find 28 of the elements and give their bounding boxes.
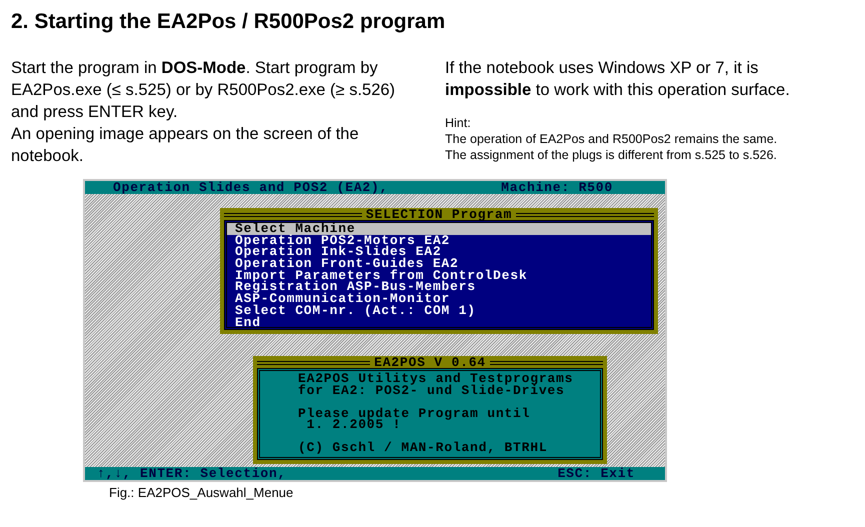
dialog-title: EA2POS V 0.64 <box>374 358 486 368</box>
key-hint: ESC: Exit <box>558 467 635 480</box>
menu-item[interactable]: Select Machine <box>227 223 651 235</box>
menu-item[interactable]: Operation Front-Guides EA2 <box>227 258 651 270</box>
machine-label: Machine: R500 <box>501 181 613 194</box>
screen-title: Operation Slides and POS2 (EA2), <box>113 181 388 194</box>
hint-text: The assignment of the plugs is different from s.525 to s.526. <box>445 147 778 163</box>
info-text: 1. 2.2005 ! <box>306 419 402 430</box>
figure-caption: Fig.: EA2POS_Auswahl_Menue <box>109 485 294 501</box>
menu-item[interactable]: Operation Ink-Slides EA2 <box>227 246 651 258</box>
body-paragraph: Start the program in DOS-Mode. Start program by EA2Pos.exe (≤ s.525) or by R500Pos2.exe (≥ s.526) and press ENTER key. <box>11 58 396 123</box>
hint-label: Hint: <box>445 115 472 131</box>
menu-item[interactable]: Import Parameters from ControlDesk <box>227 270 651 282</box>
body-paragraph: If the notebook uses Windows XP or 7, it is impossible to work with this operation surface. <box>445 58 791 101</box>
hint-text: The operation of EA2Pos and R500Pos2 remains the same. <box>445 131 778 147</box>
menu-item[interactable]: Registration ASP-Bus-Members <box>227 281 651 294</box>
body-paragraph: An opening image appears on the screen of the notebook. <box>11 124 360 167</box>
menu-item[interactable]: Operation POS2-Motors EA2 <box>227 234 651 246</box>
info-text: Please update Program until <box>298 408 532 419</box>
key-hint: ↑,↓, ENTER: Selection, <box>97 467 286 480</box>
menu-item[interactable]: Select COM-nr. (Act.: COM 1) <box>227 304 651 316</box>
info-text: EA2POS Utilitys and Testprograms <box>298 373 574 384</box>
menu-item[interactable]: ASP-Communication-Monitor <box>227 293 651 305</box>
page-heading: 2. Starting the EA2Pos / R500Pos2 program <box>10 9 446 35</box>
dialog-title: SELECTION Program <box>366 210 512 220</box>
menu-item[interactable]: End <box>227 316 651 328</box>
info-text: for EA2: POS2- und Slide-Drives <box>298 384 565 396</box>
info-text: (C) Gschl / MAN-Roland, BTRHL <box>298 442 548 454</box>
